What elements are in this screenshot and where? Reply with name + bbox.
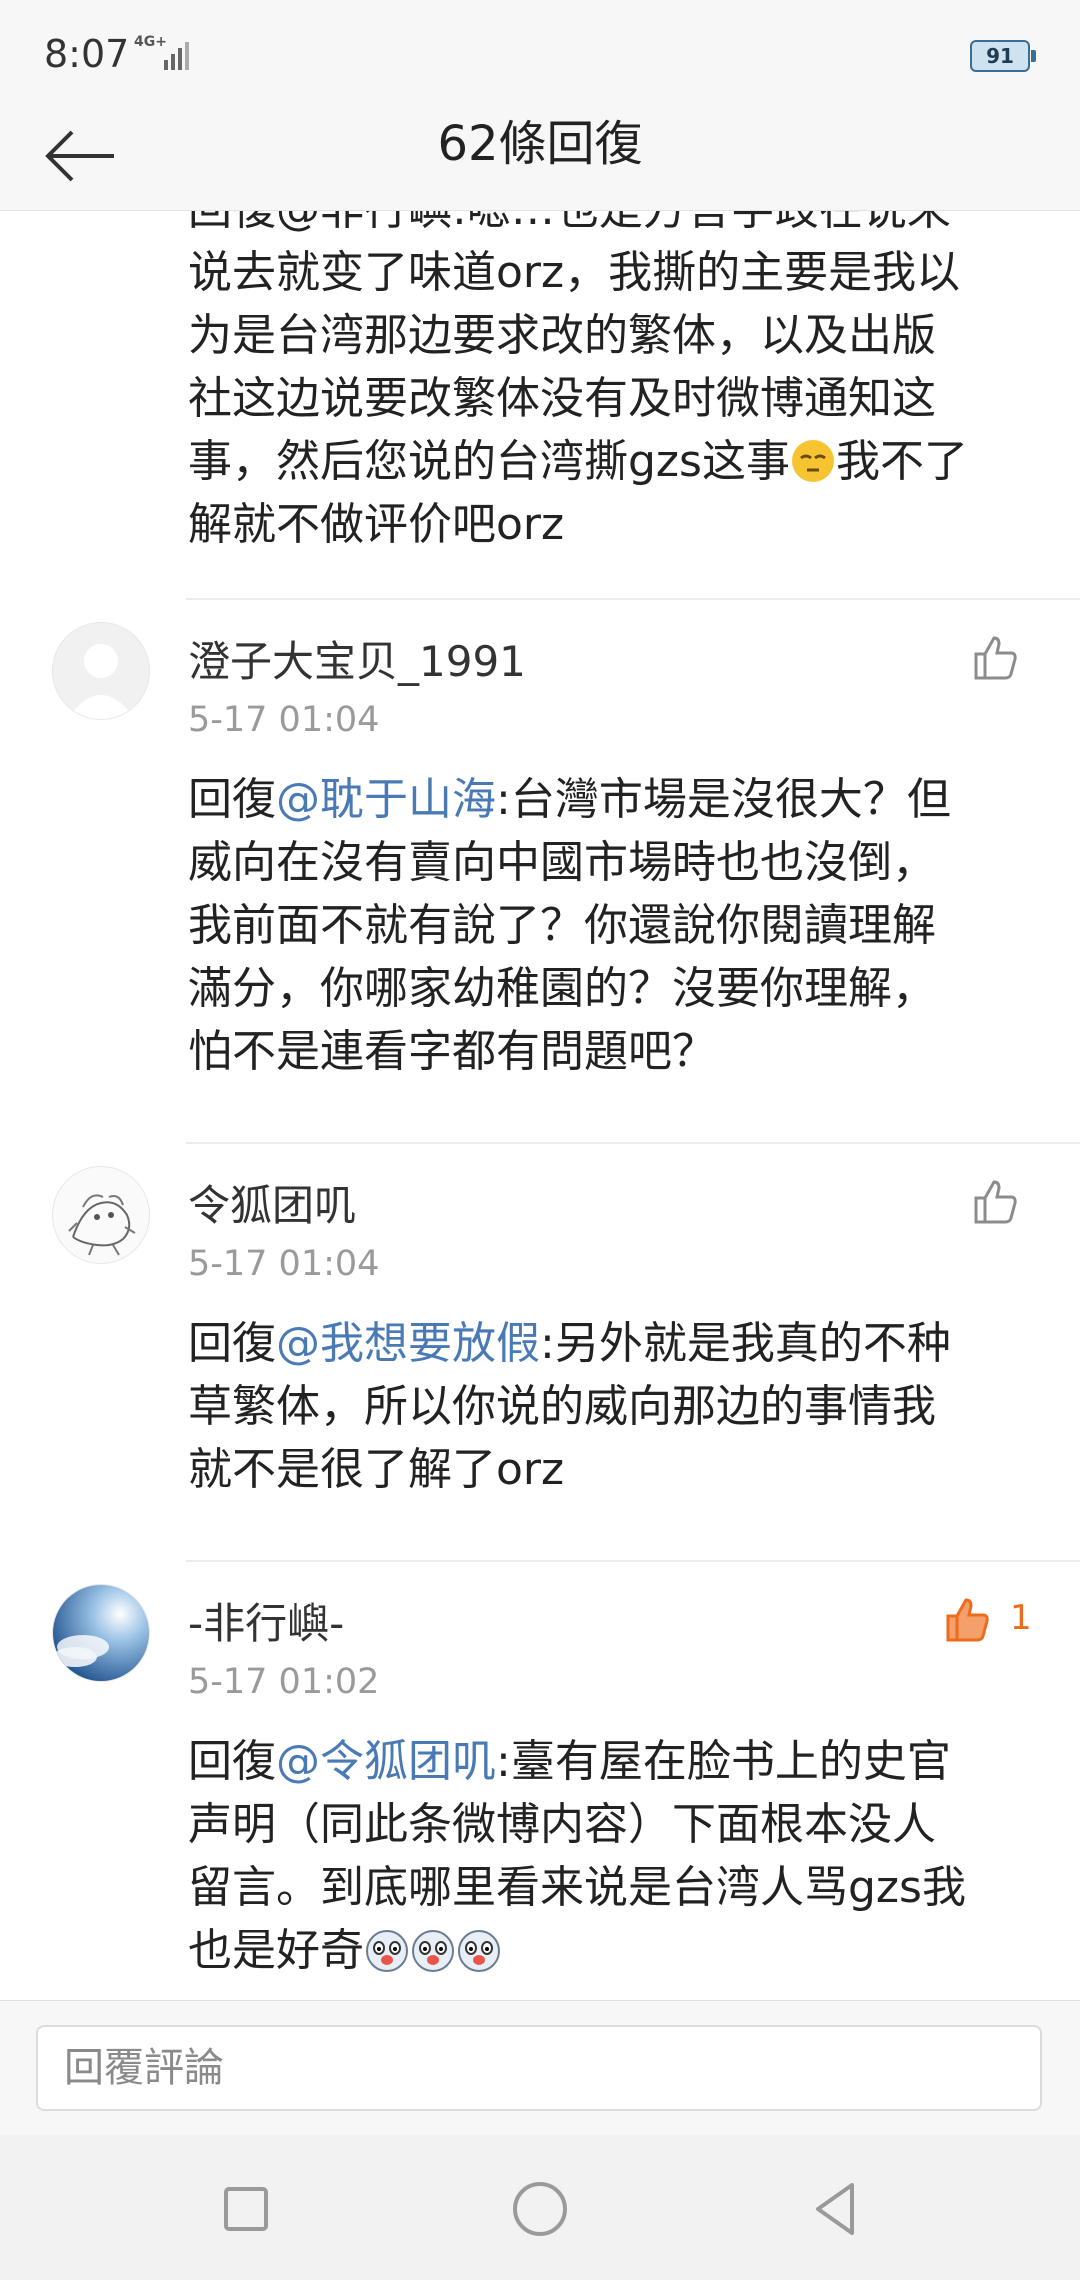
comment-line: 也是好奇 [188,1919,1038,1982]
comment-line: 回復@我想要放假:另外就是我真的不种 [188,1312,1038,1375]
comment-line: 就不是很了解了orz [188,1444,565,1495]
dog-emoji-icon [412,1930,454,1972]
back-arrow-icon[interactable] [40,120,120,200]
top-bar: 8:07 4G+ 91 62條回復 [0,0,1080,211]
status-bar: 8:07 4G+ 91 [0,0,1080,110]
comment-body: 回復@令狐团叽:臺有屋在脸书上的史官 声明（同此条微博内容）下面根本没人 留言。… [188,1730,1038,1982]
battery-level: 91 [986,44,1014,68]
comment-line: 我前面不就有說了？你還說你閱讀理解 [188,900,936,951]
comment-text: :另外就是我真的不种 [540,1318,951,1369]
thumb-up-liked-icon[interactable] [942,1594,994,1646]
page-title: 62條回復 [437,116,643,172]
reply-bar [0,2000,1080,2136]
battery-icon: 91 [970,40,1036,72]
signal-icon: 4G+ [134,34,189,70]
sketch-avatar-icon [53,1167,149,1263]
mention-link[interactable]: @我想要放假 [276,1318,540,1369]
comment-body: 回復@我想要放假:另外就是我真的不种 草繁体，所以你说的威向那边的事情我 就不是… [188,1312,1038,1501]
comment-line: 回復@令狐团叽:臺有屋在脸书上的史官 [188,1730,1038,1793]
comment-line: 草繁体，所以你说的威向那边的事情我 [188,1381,936,1432]
comment-text: :臺有屋在脸书上的史官 [496,1736,951,1787]
circle-nav-icon[interactable] [500,2169,580,2249]
comment-text: 也是好奇 [188,1925,364,1976]
comment-time: 5-17 01:04 [188,1244,380,1284]
thumb-up-icon[interactable] [970,632,1022,684]
comment-feed[interactable]: 回復@非行嶼:嗯…也是方言字歧在说来 说去就变了味道orz，我撕的主要是我以 为… [0,210,1080,2000]
partial-line-text: 事，然后您说的台湾撕gzs这事 [188,436,790,487]
comment-line: 威向在沒有賣向中國市場時也也沒倒， [188,837,936,888]
partial-line: 说去就变了味道orz，我撕的主要是我以 [188,247,961,298]
reply-prefix: 回復 [188,1318,276,1369]
partial-line: 为是台湾那边要求改的繁体，以及出版 [188,310,936,361]
partial-line: 解就不做评价吧orz [188,499,565,550]
title-bar: 62條回復 [0,110,1080,210]
system-nav-bar [0,2135,1080,2280]
partial-line: 回復@非行嶼:嗯…也是方言字歧在说来 [188,210,1038,241]
comment-line: 留言。到底哪里看来说是台湾人骂gzs我 [188,1862,966,1913]
username[interactable]: 令狐团叽 [188,1172,356,1233]
avatar[interactable] [52,622,150,720]
signal-bars-icon [164,42,189,70]
username[interactable]: 澄子大宝贝_1991 [188,628,526,689]
comment-line: 怕不是連看字都有問題吧？ [188,1026,716,1077]
sleepy-face-emoji-icon [791,440,834,482]
divider [186,598,1080,600]
square-nav-icon[interactable] [206,2169,286,2249]
comment-line: 声明（同此条微博内容）下面根本没人 [188,1799,936,1850]
partial-comment-body: 回復@非行嶼:嗯…也是方言字歧在说来 说去就变了味道orz，我撕的主要是我以 为… [188,210,1038,556]
default-avatar-icon [53,623,149,719]
avatar[interactable] [52,1584,150,1682]
reply-prefix: 回復 [188,774,276,825]
comment-line: 回復@耽于山海:台灣市場是沒很大？但 [188,768,1038,831]
partial-line: 事，然后您说的台湾撕gzs这事 我不了 [188,430,1038,493]
dog-emoji-icon [458,1930,500,1972]
triangle-nav-icon[interactable] [794,2169,874,2249]
partial-line-text: 我不了 [835,436,968,487]
like-count: 1 [1010,1598,1032,1638]
mention-link[interactable]: @耽于山海 [276,774,496,825]
comment-line: 滿分，你哪家幼稚園的？沒要你理解， [188,963,936,1014]
divider [186,1142,1080,1144]
reply-comment-input[interactable] [36,2025,1042,2111]
partial-line: 社这边说要改繁体没有及时微博通知这 [188,373,936,424]
avatar[interactable] [52,1166,150,1264]
comment-text: :台灣市場是沒很大？但 [496,774,951,825]
mention-link[interactable]: @令狐团叽 [276,1736,496,1787]
dog-emoji-icon [366,1930,408,1972]
comment-body: 回復@耽于山海:台灣市場是沒很大？但 威向在沒有賣向中國市場時也也沒倒， 我前面… [188,768,1038,1083]
username[interactable]: -非行嶼- [188,1590,344,1651]
divider [186,1560,1080,1562]
thumb-up-icon[interactable] [970,1176,1022,1228]
reply-prefix: 回復 [188,1736,276,1787]
status-time: 8:07 [44,32,130,76]
comment-time: 5-17 01:04 [188,700,380,740]
sky-avatar-icon [53,1585,149,1681]
comment-time: 5-17 01:02 [188,1662,380,1702]
